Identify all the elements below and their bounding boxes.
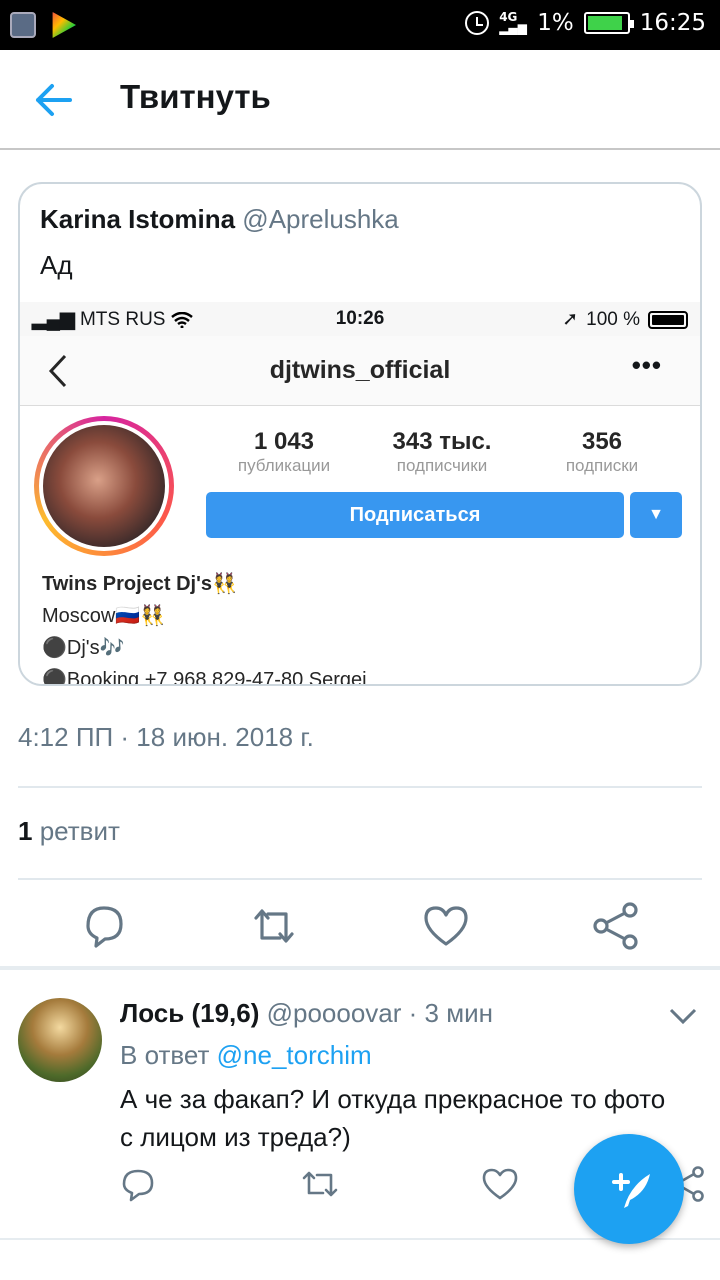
status-bar: 4G ▂▄▆ 1% 16:25 — [0, 0, 720, 50]
bio-line: ⚫Dj's🎶 — [42, 637, 125, 659]
tweet-timestamp: 4:12 ПП · 18 июн. 2018 г. — [18, 722, 314, 752]
stat-following: 356 подписки — [565, 428, 639, 475]
stat-followers: 343 тыс. подписчики — [392, 428, 492, 475]
comment-icon[interactable] — [74, 896, 134, 956]
mention-link[interactable]: @ne_torchim — [217, 1040, 372, 1070]
retweet-count[interactable]: 1 ретвит — [18, 816, 120, 847]
reply-header: Лось (19,6) @poooovar · 3 мин — [120, 998, 493, 1029]
heart-icon[interactable] — [480, 1164, 520, 1204]
follow-button: Подписаться — [206, 492, 624, 538]
bio-line: ⚫Booking +7 968 829-47-80 Sergei — [42, 669, 367, 686]
clock: 16:25 — [639, 10, 706, 36]
avatar[interactable] — [18, 998, 102, 1082]
app-header: Твитнуть — [0, 50, 720, 150]
heart-icon[interactable] — [416, 896, 476, 956]
comment-icon[interactable] — [118, 1164, 158, 1204]
retweet-icon[interactable] — [300, 1164, 340, 1204]
dropdown-icon: ▼ — [630, 492, 682, 538]
more-icon: ••• — [631, 350, 662, 380]
quoted-tweet-header: Karina Istomina @Aprelushka — [40, 204, 399, 235]
divider — [18, 878, 702, 880]
ios-status-bar: ▂▄▆ MTS RUS 10:26 ➚ 100 % — [20, 302, 700, 336]
reply-author-name: Лось (19,6) — [120, 998, 260, 1028]
reply-time: · 3 мин — [408, 998, 493, 1028]
quoted-tweet-image[interactable]: ▂▄▆ MTS RUS 10:26 ➚ 100 % djtwins_offici… — [20, 302, 700, 686]
alarm-icon — [465, 11, 490, 35]
battery-percent: 1% — [537, 10, 574, 36]
quoted-author-name: Karina Istomina — [40, 204, 236, 234]
battery-icon — [583, 12, 634, 34]
ios-battery-percent: 100 % — [586, 308, 640, 330]
reply-author-handle: @poooovar — [266, 998, 402, 1028]
location-icon: ➚ — [562, 309, 579, 330]
tweet-actions — [0, 896, 720, 956]
stat-posts: 1 043 публикации — [237, 428, 331, 475]
share-icon[interactable] — [586, 896, 646, 956]
instagram-username: djtwins_official — [269, 356, 451, 384]
signal-icon: 4G ▂▄▆ — [499, 10, 527, 35]
divider — [18, 786, 702, 788]
quoted-tweet-card[interactable]: Karina Istomina @Aprelushka Ад ▂▄▆ MTS R… — [18, 182, 702, 686]
play-store-notification-icon — [52, 12, 76, 38]
reply-to-line: В ответ @ne_torchim — [120, 1040, 372, 1070]
chevron-down-icon[interactable] — [668, 1004, 698, 1028]
retweet-icon[interactable] — [244, 896, 304, 956]
compose-tweet-button[interactable] — [574, 1134, 684, 1244]
bio-name: Twins Project Dj's👯 — [42, 573, 237, 595]
quoted-tweet-text: Ад — [40, 250, 73, 280]
compose-feather-icon — [612, 1173, 650, 1208]
page-title: Твитнуть — [120, 78, 271, 115]
arrow-left-icon[interactable] — [34, 82, 72, 118]
gallery-notification-icon — [10, 12, 36, 38]
instagram-header: djtwins_official ••• — [20, 336, 700, 406]
quoted-author-handle: @Aprelushka — [242, 204, 399, 234]
profile-avatar — [34, 416, 174, 556]
ios-battery-icon — [648, 310, 688, 329]
profile-bio: Twins Project Dj's👯 Moscow🇷🇺👯 ⚫Dj's🎶 ⚫Bo… — [42, 568, 367, 686]
divider — [0, 966, 720, 970]
bio-line: Moscow🇷🇺👯 — [42, 605, 166, 627]
